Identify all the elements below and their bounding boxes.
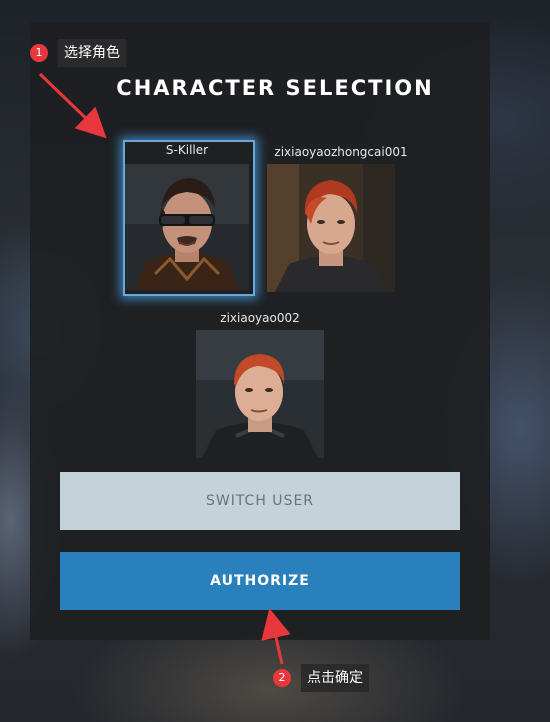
- annotation-arrows: [38, 72, 291, 665]
- annotation-badge-2: 2: [273, 669, 291, 687]
- annotation-badge-1: 1: [30, 44, 48, 62]
- annotation-label-2: 点击确定: [301, 664, 369, 692]
- annotation-label-1: 选择角色: [58, 39, 126, 67]
- arrow-to-character: [38, 72, 107, 139]
- arrow-to-authorize: [261, 608, 291, 665]
